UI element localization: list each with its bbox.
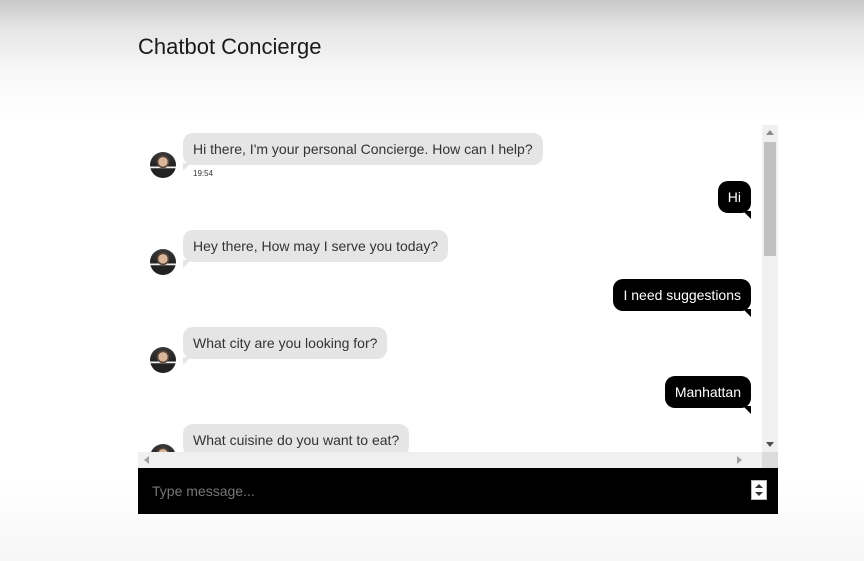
message-list[interactable]: Hi there, I'm your personal Concierge. H… xyxy=(138,125,762,452)
user-message: Manhattan xyxy=(664,376,752,414)
message-timestamp: 19:54 xyxy=(193,169,214,178)
horizontal-scrollbar[interactable] xyxy=(138,452,762,468)
user-message: I need suggestions xyxy=(613,279,751,317)
bot-message-text: What cuisine do you want to eat? xyxy=(183,424,410,452)
scroll-left-arrow-icon[interactable] xyxy=(144,456,149,464)
vertical-scroll-thumb[interactable] xyxy=(764,142,776,256)
bot-message-text: Hey there, How may I serve you today? xyxy=(183,230,449,268)
bot-message: What cuisine do you want to eat? xyxy=(183,424,410,452)
scroll-down-arrow-icon[interactable] xyxy=(766,442,774,447)
vertical-scrollbar[interactable] xyxy=(762,125,778,452)
spinner-down-icon[interactable] xyxy=(755,492,763,496)
user-message: Hi xyxy=(717,181,752,219)
bot-message: Hi there, I'm your personal Concierge. H… xyxy=(183,133,543,171)
chat-window[interactable]: Hi there, I'm your personal Concierge. H… xyxy=(138,125,778,468)
message-composer xyxy=(138,468,778,514)
scroll-right-arrow-icon[interactable] xyxy=(737,456,742,464)
message-input[interactable] xyxy=(150,480,744,502)
bot-message: Hey there, How may I serve you today? xyxy=(183,230,449,268)
bot-avatar xyxy=(150,249,176,275)
scroll-up-arrow-icon[interactable] xyxy=(766,130,774,135)
bot-avatar xyxy=(150,444,176,452)
user-message-text: Manhattan xyxy=(664,376,752,414)
spinner-up-icon[interactable] xyxy=(755,484,763,488)
scrollbar-corner xyxy=(762,452,778,468)
bot-avatar xyxy=(150,347,176,373)
bot-message-text: Hi there, I'm your personal Concierge. H… xyxy=(183,133,543,171)
user-message-text: Hi xyxy=(717,181,752,219)
bot-message: What city are you looking for? xyxy=(183,327,388,365)
page-title: Chatbot Concierge xyxy=(138,34,322,59)
input-spinner[interactable] xyxy=(751,480,767,500)
user-message-text: I need suggestions xyxy=(613,279,751,317)
bot-message-text: What city are you looking for? xyxy=(183,327,388,365)
bot-avatar xyxy=(150,152,176,178)
